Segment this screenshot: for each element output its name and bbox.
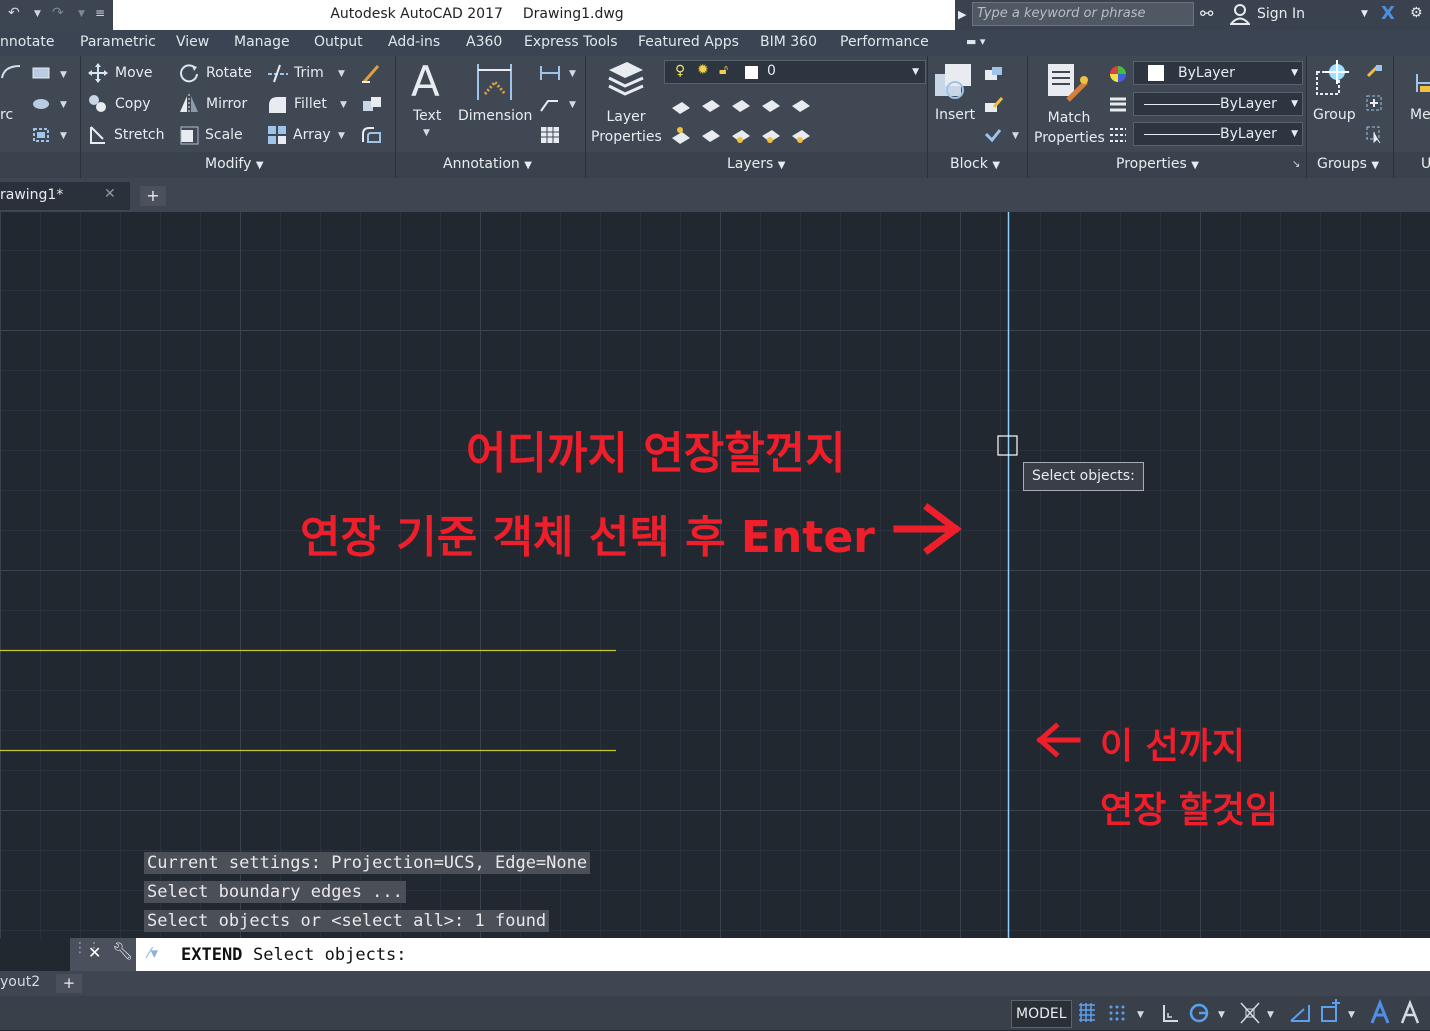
select-objects-tooltip: Select objects: bbox=[1023, 462, 1144, 491]
new-layout-button[interactable]: + bbox=[56, 974, 82, 993]
layout-tab-bar bbox=[0, 971, 1430, 996]
grid-icon[interactable] bbox=[1076, 999, 1098, 1027]
layout-tab-layout2[interactable]: yout2 bbox=[0, 974, 40, 990]
ortho-icon[interactable] bbox=[1160, 999, 1182, 1027]
close-command-line-icon[interactable]: ✕ bbox=[88, 943, 101, 962]
command-history-line: Select objects or <select all>: 1 found bbox=[144, 910, 550, 932]
polar-icon[interactable] bbox=[1188, 999, 1210, 1027]
isodraft-icon[interactable] bbox=[1288, 999, 1312, 1027]
annotation-extend-where: 어디까지 연장할껀지 bbox=[466, 428, 846, 479]
command-history-line: Current settings: Projection=UCS, Edge=N… bbox=[144, 852, 591, 874]
command-name: EXTEND bbox=[181, 945, 243, 965]
command-line-handle: ⋮⋮ ✕ 🔧︎ bbox=[70, 938, 136, 971]
snap-icon[interactable] bbox=[1106, 999, 1128, 1027]
osnap-icon[interactable] bbox=[1238, 999, 1262, 1027]
tracking-dropdown-icon[interactable]: ▼ bbox=[1348, 1010, 1355, 1020]
pickbox-cursor bbox=[997, 435, 1018, 456]
annotation-to-this-line: 이 선까지 bbox=[1100, 726, 1246, 767]
object-snap-tracking-icon[interactable] bbox=[1318, 999, 1342, 1027]
command-prompt: Select objects: bbox=[253, 945, 407, 965]
command-prompt-icon[interactable]: ⁄▾ bbox=[148, 944, 158, 962]
model-space-button[interactable]: MODEL bbox=[1011, 1000, 1072, 1028]
annotation-scale-icon[interactable] bbox=[1368, 998, 1392, 1027]
annotation-select-boundary: 연장 기준 객체 선택 후 Enter bbox=[300, 512, 875, 563]
status-bar bbox=[0, 996, 1430, 1030]
snap-dropdown-icon[interactable]: ▼ bbox=[1137, 1010, 1144, 1020]
wrench-icon[interactable]: 🔧︎ bbox=[112, 942, 134, 962]
annotation-will-extend: 연장 할것임 bbox=[1100, 790, 1279, 831]
command-history-line: Select boundary edges ... bbox=[144, 881, 406, 903]
arrow-right-icon bbox=[893, 503, 962, 555]
arrow-left-icon bbox=[1036, 722, 1081, 758]
polar-dropdown-icon[interactable]: ▼ bbox=[1218, 1010, 1225, 1020]
osnap-dropdown-icon[interactable]: ▼ bbox=[1267, 1010, 1274, 1020]
workspace-icon[interactable] bbox=[1398, 999, 1422, 1027]
